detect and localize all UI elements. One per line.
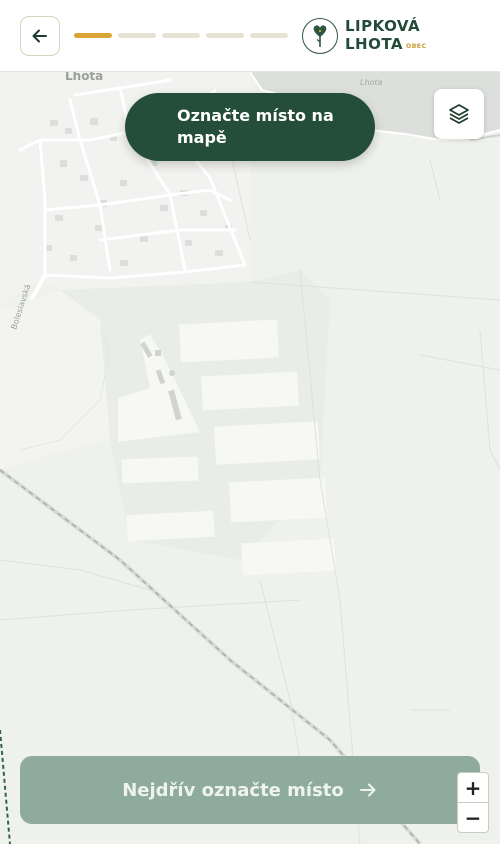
municipality-logo: LIPKOVÁ LHOTA OBEC: [302, 17, 427, 55]
logo-line-1: LIPKOVÁ: [345, 16, 421, 35]
layers-icon: [449, 104, 469, 124]
map-tiles: Lhota Lhota Boleslavská: [0, 72, 500, 844]
heart-tree-icon: [302, 18, 338, 54]
zoom-controls: + −: [457, 772, 489, 833]
progress-step-1: [74, 33, 112, 38]
progress-step-5: [250, 33, 288, 38]
progress-step-2: [118, 33, 156, 38]
zoom-in-button[interactable]: +: [458, 773, 488, 802]
app-header: LIPKOVÁ LHOTA OBEC: [0, 0, 500, 72]
progress-step-3: [162, 33, 200, 38]
step-progress: [74, 33, 288, 38]
layers-button[interactable]: [434, 89, 484, 139]
continue-button[interactable]: Nejdřív označte místo: [20, 756, 480, 824]
logo-subtitle: OBEC: [406, 42, 427, 50]
logo-line-2: LHOTA: [345, 34, 404, 53]
arrow-right-icon: [359, 783, 376, 797]
zoom-out-button[interactable]: −: [458, 802, 488, 832]
map-canvas[interactable]: Lhota Lhota Boleslavská: [0, 72, 500, 844]
back-button[interactable]: [20, 16, 60, 56]
arrow-left-icon: [32, 29, 47, 43]
instruction-banner: Označte místo na mapě: [125, 93, 375, 161]
map-label-village: Lhota: [65, 72, 103, 83]
map-label-lake: Lhota: [360, 78, 383, 87]
continue-button-label: Nejdřív označte místo: [122, 779, 344, 801]
progress-step-4: [206, 33, 244, 38]
